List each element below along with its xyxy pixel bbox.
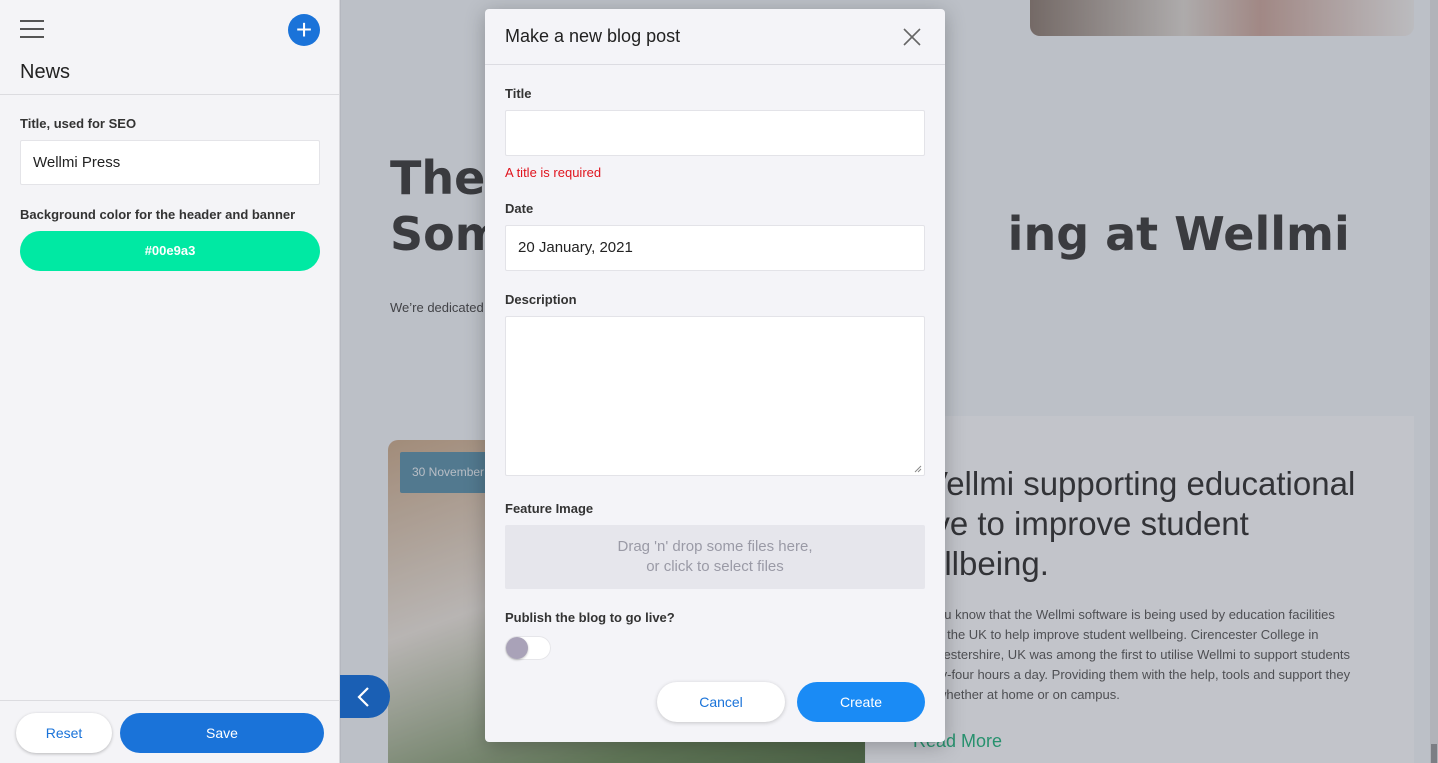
publish-label: Publish the blog to go live? <box>505 610 675 625</box>
close-button[interactable] <box>901 26 923 48</box>
resize-grip-icon[interactable] <box>914 465 922 473</box>
scrollbar-thumb[interactable] <box>1431 744 1437 763</box>
date-input[interactable]: 20 January, 2021 <box>505 225 925 271</box>
toggle-knob <box>506 637 528 659</box>
scrollbar[interactable] <box>1430 0 1438 763</box>
reset-button[interactable]: Reset <box>16 713 112 753</box>
add-button[interactable]: + <box>288 14 320 46</box>
create-button[interactable]: Create <box>797 682 925 722</box>
bg-color-picker[interactable]: #00e9a3 <box>20 231 320 271</box>
description-textarea[interactable] <box>505 316 925 476</box>
plus-icon: + <box>295 14 313 45</box>
title-error: A title is required <box>505 165 602 180</box>
title-label: Title <box>505 86 532 101</box>
seo-title-label: Title, used for SEO <box>20 116 137 131</box>
menu-icon[interactable] <box>20 20 44 38</box>
description-label: Description <box>505 292 577 307</box>
sidebar-title: News <box>20 61 71 83</box>
file-dropzone[interactable]: Drag 'n' drop some files here, or click … <box>505 525 925 589</box>
close-icon <box>903 28 921 46</box>
dialog-title: Make a new blog post <box>505 26 681 46</box>
save-button[interactable]: Save <box>120 713 324 753</box>
cancel-button[interactable]: Cancel <box>657 682 785 722</box>
publish-toggle[interactable] <box>505 635 551 661</box>
dialog-header: Make a new blog post <box>485 9 945 65</box>
sidebar-footer: Reset Save <box>0 700 340 763</box>
collapse-sidebar-button[interactable] <box>340 675 390 718</box>
bg-color-label: Background color for the header and bann… <box>20 207 296 222</box>
dropzone-line1: Drag 'n' drop some files here, <box>617 538 813 555</box>
editor-sidebar: + News Title, used for SEO Wellmi Press … <box>0 0 340 763</box>
title-input[interactable] <box>505 110 925 156</box>
seo-title-input[interactable]: Wellmi Press <box>20 140 320 185</box>
date-label: Date <box>505 201 534 216</box>
dropzone-line2: or click to select files <box>646 558 784 575</box>
sidebar-header: + News <box>0 0 339 95</box>
new-blog-post-dialog: Make a new blog post Title A title is re… <box>485 9 945 742</box>
chevron-left-icon <box>357 687 369 707</box>
feature-image-label: Feature Image <box>505 501 594 516</box>
